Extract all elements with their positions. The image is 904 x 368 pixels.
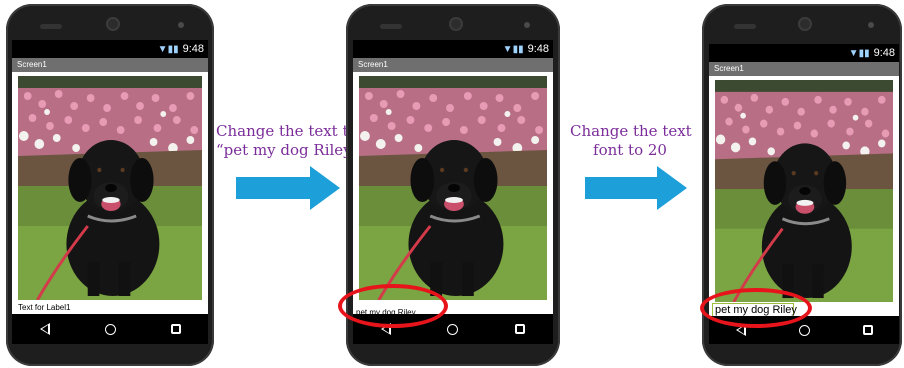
speaker-grille	[380, 24, 402, 29]
recent-square-icon[interactable]	[514, 324, 525, 334]
status-bar: ▼▮▮ 9:48	[709, 44, 899, 62]
dog-photo-image	[18, 76, 202, 300]
front-camera-icon	[106, 17, 120, 31]
back-triangle-icon[interactable]	[39, 323, 50, 335]
status-bar: ▼▮▮ 9:48	[353, 40, 553, 58]
status-bar: ▼▮▮ 9:48	[12, 40, 208, 58]
status-time: 9:48	[527, 43, 549, 55]
front-camera-icon	[798, 17, 812, 31]
step-2-caption-line-2: font to 20	[593, 141, 667, 159]
speaker-grille	[40, 24, 62, 29]
status-time: 9:48	[873, 47, 895, 59]
dog-photo-svg	[715, 80, 893, 302]
home-circle-icon[interactable]	[798, 324, 810, 336]
screen-title-bar: Screen1	[709, 62, 899, 76]
front-camera-icon	[449, 17, 463, 31]
proximity-sensor	[178, 22, 184, 28]
step-1-caption-line-2: “pet my dog Riley”	[216, 141, 360, 159]
speaker-grille	[734, 24, 756, 29]
screen-title-bar: Screen1	[12, 58, 208, 72]
step-1-caption-line-1: Change the text to	[216, 122, 358, 140]
right-arrow-icon	[585, 166, 687, 210]
screen-title: Screen1	[358, 60, 388, 69]
step-2-caption-line-1: Change the text	[570, 122, 692, 140]
highlight-circle	[338, 284, 448, 328]
screen-title-bar: Screen1	[353, 58, 553, 72]
dog-photo-svg	[18, 76, 202, 300]
proximity-sensor	[524, 22, 530, 28]
android-nav-bar	[12, 314, 208, 344]
label1-text[interactable]: Text for Label1	[18, 303, 70, 312]
step-2-caption: Change the text font to 20	[570, 122, 692, 160]
step-1-caption: Change the text to “pet my dog Riley”	[216, 122, 360, 160]
wifi-signal-battery-icon: ▼▮▮	[848, 47, 870, 59]
wifi-signal-battery-icon: ▼▮▮	[502, 43, 524, 55]
proximity-sensor	[868, 22, 874, 28]
dog-photo-svg	[359, 76, 547, 300]
recent-square-icon[interactable]	[170, 324, 181, 334]
wifi-signal-battery-icon: ▼▮▮	[157, 43, 179, 55]
recent-square-icon[interactable]	[862, 325, 873, 335]
right-arrow-icon	[236, 166, 340, 210]
dog-photo-image	[715, 80, 893, 302]
highlight-circle	[700, 288, 812, 328]
screen-title: Screen1	[17, 60, 47, 69]
phone-mockup-1: ▼▮▮ 9:48 Screen1 Text for Label1	[6, 4, 214, 366]
screen-title: Screen1	[714, 64, 744, 73]
dog-photo-image	[359, 76, 547, 300]
status-time: 9:48	[182, 43, 204, 55]
phone-screen: ▼▮▮ 9:48 Screen1 Text for Label1	[12, 40, 208, 344]
home-circle-icon[interactable]	[447, 323, 459, 335]
home-circle-icon[interactable]	[104, 323, 116, 335]
